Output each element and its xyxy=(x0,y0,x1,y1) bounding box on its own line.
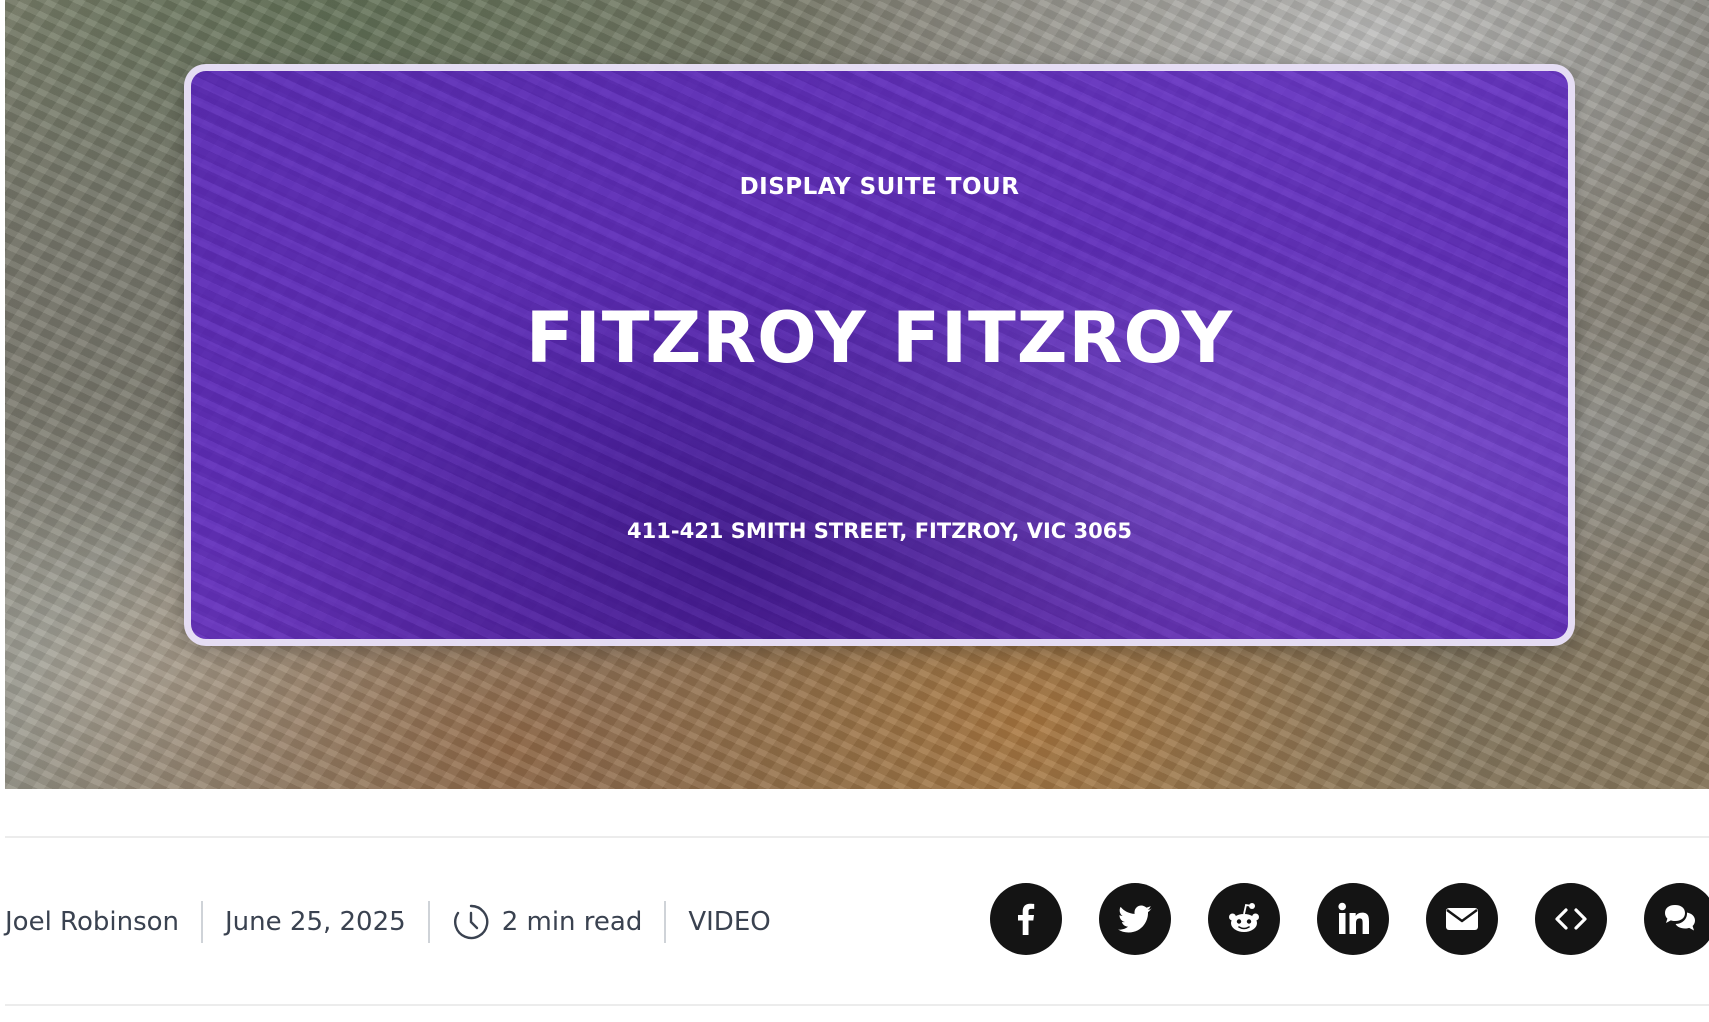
twitter-share-button[interactable] xyxy=(1099,883,1171,955)
embed-share-button[interactable] xyxy=(1535,883,1607,955)
clock-icon xyxy=(452,903,490,941)
title-card: DISPLAY SUITE TOUR FITZROY FITZROY 411-4… xyxy=(184,64,1575,646)
linkedin-icon xyxy=(1338,902,1369,934)
read-time: 2 min read xyxy=(501,907,643,937)
divider-top xyxy=(5,836,1709,838)
meta-separator xyxy=(201,901,204,943)
divider-bottom xyxy=(5,1004,1709,1006)
comments-share-button[interactable] xyxy=(1644,883,1709,955)
meta-separator xyxy=(664,901,667,943)
twitter-icon xyxy=(1118,905,1152,933)
comments-icon xyxy=(1665,905,1695,931)
facebook-share-button[interactable] xyxy=(990,883,1062,955)
author-name[interactable]: Joel Robinson xyxy=(5,907,179,937)
card-title: FITZROY FITZROY xyxy=(525,297,1234,379)
hero-video-thumbnail[interactable]: DISPLAY SUITE TOUR FITZROY FITZROY 411-4… xyxy=(5,0,1709,789)
category-link[interactable]: VIDEO xyxy=(688,907,770,937)
email-icon xyxy=(1446,908,1478,930)
facebook-icon xyxy=(1018,903,1035,935)
article-meta: Joel Robinson June 25, 2025 2 min read V… xyxy=(5,890,771,954)
card-eyebrow: DISPLAY SUITE TOUR xyxy=(739,174,1020,200)
embed-icon xyxy=(1555,908,1587,930)
meta-separator xyxy=(427,901,430,943)
reddit-share-button[interactable] xyxy=(1208,883,1280,955)
share-buttons xyxy=(990,883,1709,955)
reddit-icon xyxy=(1229,903,1259,932)
linkedin-share-button[interactable] xyxy=(1317,883,1389,955)
email-share-button[interactable] xyxy=(1426,883,1498,955)
card-address: 411-421 SMITH STREET, FITZROY, VIC 3065 xyxy=(627,519,1132,543)
publish-date: June 25, 2025 xyxy=(225,907,406,937)
